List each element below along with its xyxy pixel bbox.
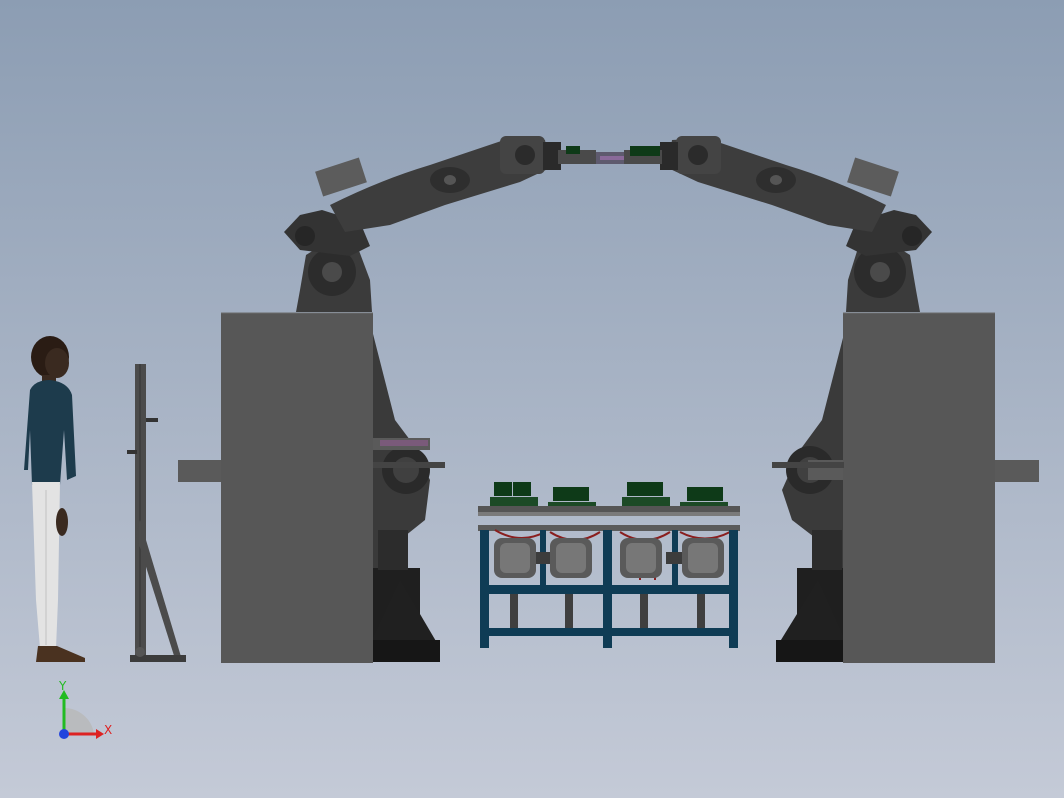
- right-robot-base: [776, 330, 845, 662]
- human-figure: [24, 336, 85, 662]
- left-industrial-robot: [284, 136, 658, 312]
- cad-viewport[interactable]: Y X: [0, 0, 1064, 798]
- left-robot-base: [372, 330, 440, 662]
- fixture-stand: [127, 364, 186, 662]
- right-industrial-robot: [624, 136, 932, 312]
- electronics-modules: [490, 482, 728, 510]
- coordinate-triad-icon[interactable]: Y X: [58, 679, 112, 739]
- triad-y-label: Y: [58, 679, 67, 693]
- workpiece-fixture-station: [478, 482, 740, 648]
- triad-x-label: X: [104, 723, 112, 737]
